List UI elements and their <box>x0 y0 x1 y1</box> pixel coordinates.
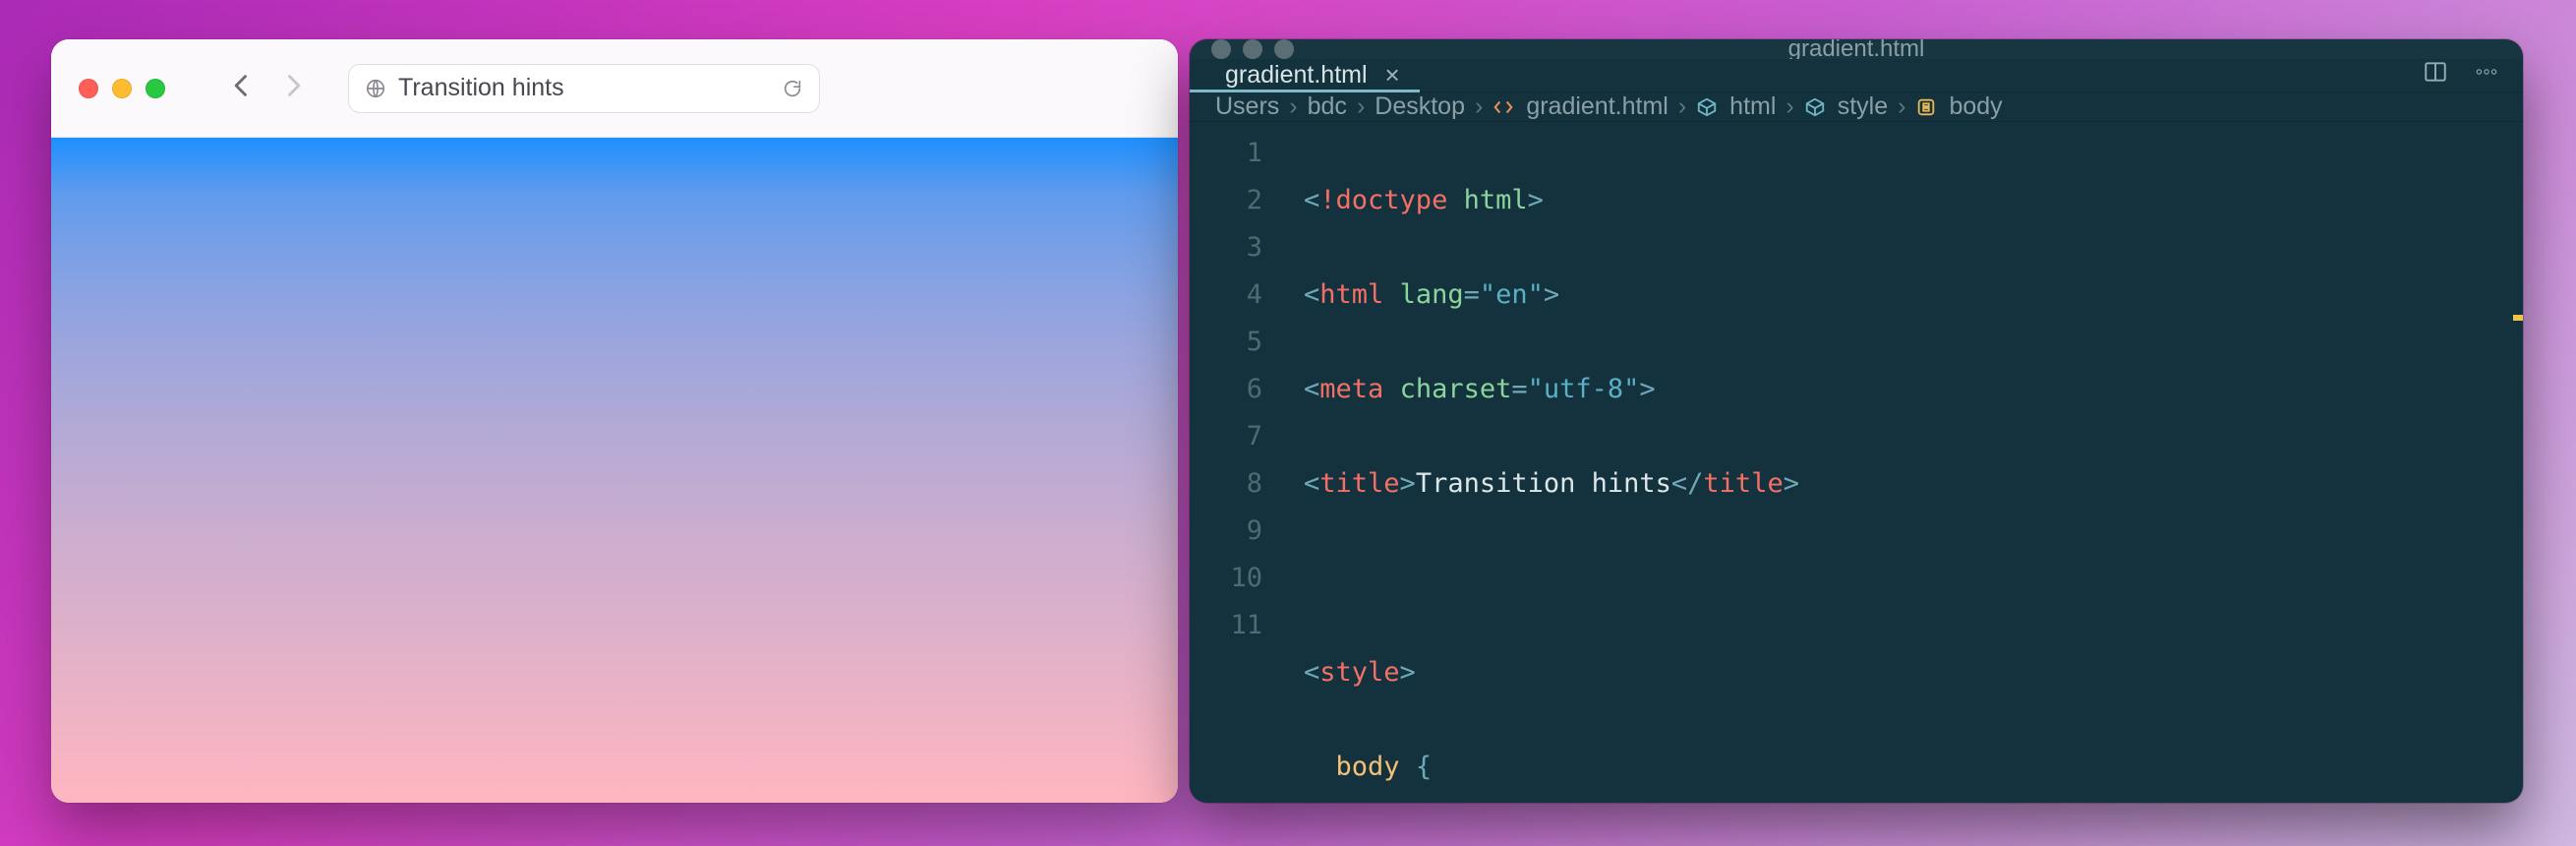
back-button[interactable] <box>228 72 256 104</box>
symbol-icon <box>1915 96 1937 118</box>
breadcrumbs[interactable]: Users› bdc› Desktop› gradient.html› html… <box>1190 92 2523 122</box>
vscode-window: gradient.html gradient.html × Users› bdc… <box>1190 39 2523 803</box>
reload-icon[interactable] <box>782 78 803 99</box>
crumb-bdc[interactable]: bdc <box>1308 92 1347 121</box>
address-bar[interactable]: Transition hints <box>348 64 820 113</box>
tab-close-icon[interactable]: × <box>1385 60 1400 91</box>
tab-label: gradient.html <box>1225 61 1368 90</box>
cube-icon <box>1804 96 1826 118</box>
window-zoom-button[interactable] <box>146 79 165 98</box>
crumb-desktop[interactable]: Desktop <box>1375 92 1465 121</box>
forward-button[interactable] <box>279 72 307 104</box>
safari-window: Transition hints <box>51 39 1178 803</box>
cube-icon <box>1696 96 1718 118</box>
line-number-gutter: 1 2 3 4 5 6 7 8 9 10 11 <box>1190 122 1284 803</box>
editor-tabbar: gradient.html × <box>1190 59 2523 92</box>
code-content[interactable]: <!doctype html> <html lang="en"> <meta c… <box>1284 122 2523 803</box>
tabbar-actions <box>2423 59 2523 91</box>
crumb-body[interactable]: body <box>1949 92 2002 121</box>
globe-icon <box>365 78 386 99</box>
window-minimize-button[interactable] <box>112 79 132 98</box>
crumb-users[interactable]: Users <box>1215 92 1279 121</box>
tab-gradient-html[interactable]: gradient.html × <box>1190 59 1420 91</box>
html-file-icon <box>1493 96 1514 118</box>
split-editor-icon[interactable] <box>2423 59 2448 91</box>
browser-viewport <box>51 138 1178 803</box>
browser-toolbar: Transition hints <box>51 39 1178 138</box>
crumb-html[interactable]: html <box>1729 92 1776 121</box>
window-close-button[interactable] <box>79 79 98 98</box>
nav-arrows <box>228 72 307 104</box>
window-traffic-lights <box>79 79 165 98</box>
more-actions-icon[interactable] <box>2474 59 2499 91</box>
code-editor[interactable]: 1 2 3 4 5 6 7 8 9 10 11 <!doctype html> … <box>1190 122 2523 803</box>
editor-titlebar: gradient.html <box>1190 39 2523 59</box>
crumb-file[interactable]: gradient.html <box>1526 92 1669 121</box>
crumb-style[interactable]: style <box>1838 92 1888 121</box>
address-title: Transition hints <box>398 74 770 102</box>
